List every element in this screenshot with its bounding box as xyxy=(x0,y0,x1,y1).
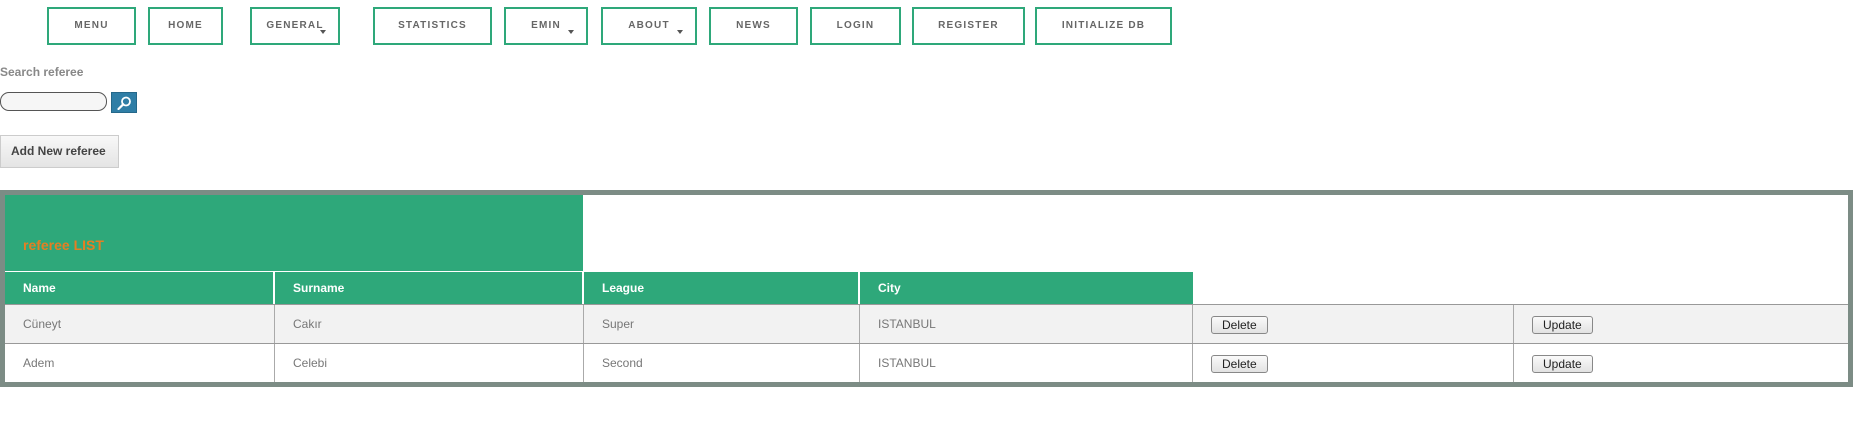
chevron-down-icon xyxy=(320,30,326,34)
nav-emin-button[interactable]: EMIN xyxy=(504,7,588,45)
search-input[interactable] xyxy=(0,92,107,111)
cell-surname: Celebi xyxy=(275,344,584,382)
cell-delete: Delete xyxy=(1193,344,1514,382)
column-header-name: Name xyxy=(5,272,274,304)
search-label: Search referee xyxy=(0,65,84,79)
chevron-down-icon xyxy=(568,30,574,34)
nav-statistics-button[interactable]: STATISTICS xyxy=(373,7,492,45)
table-caption-text: referee LIST xyxy=(23,237,104,253)
column-header-league: League xyxy=(584,272,859,304)
nav-label: REGISTER xyxy=(938,20,999,31)
nav-label: GENERAL xyxy=(266,20,324,31)
cell-delete: Delete xyxy=(1193,305,1514,343)
cell-name: Adem xyxy=(5,344,275,382)
update-button[interactable]: Update xyxy=(1532,315,1593,334)
column-header-surname: Surname xyxy=(275,272,583,304)
referee-table: referee LIST Name Surname League City Cü… xyxy=(0,190,1853,387)
column-header-city: City xyxy=(860,272,1193,304)
nav-label: EMIN xyxy=(531,20,561,31)
table-row: Cüneyt Cakır Super ISTANBUL Delete Updat… xyxy=(5,304,1848,343)
nav-label: STATISTICS xyxy=(398,20,467,31)
cell-league: Super xyxy=(584,305,860,343)
search-button[interactable] xyxy=(111,92,137,113)
nav-label: LOGIN xyxy=(836,20,875,31)
cell-city: ISTANBUL xyxy=(860,305,1193,343)
nav-home-button[interactable]: HOME xyxy=(148,7,223,45)
nav-general-button[interactable]: GENERAL xyxy=(250,7,340,45)
cell-league: Second xyxy=(584,344,860,382)
nav-register-button[interactable]: REGISTER xyxy=(912,7,1025,45)
table-caption: referee LIST xyxy=(5,195,583,271)
cell-city: ISTANBUL xyxy=(860,344,1193,382)
delete-button[interactable]: Delete xyxy=(1211,315,1268,334)
nav-label: NEWS xyxy=(736,20,771,31)
nav-login-button[interactable]: LOGIN xyxy=(810,7,901,45)
nav-label: HOME xyxy=(168,20,203,31)
nav-menu-button[interactable]: MENU xyxy=(47,7,136,45)
cell-surname: Cakır xyxy=(275,305,584,343)
table-row: Adem Celebi Second ISTANBUL Delete Updat… xyxy=(5,343,1848,382)
cell-update: Update xyxy=(1514,344,1848,382)
nav-label: INITIALIZE DB xyxy=(1061,20,1146,31)
nav-label: MENU xyxy=(74,20,109,31)
search-icon xyxy=(117,96,131,110)
delete-button[interactable]: Delete xyxy=(1211,354,1268,373)
chevron-down-icon xyxy=(677,30,683,34)
cell-update: Update xyxy=(1514,305,1848,343)
nav-initialize-db-button[interactable]: INITIALIZE DB xyxy=(1035,7,1172,45)
cell-name: Cüneyt xyxy=(5,305,275,343)
update-button[interactable]: Update xyxy=(1532,354,1593,373)
add-new-referee-button[interactable]: Add New referee xyxy=(0,135,119,168)
nav-about-button[interactable]: ABOUT xyxy=(601,7,697,45)
nav-news-button[interactable]: NEWS xyxy=(709,7,798,45)
nav-label: ABOUT xyxy=(628,20,670,31)
